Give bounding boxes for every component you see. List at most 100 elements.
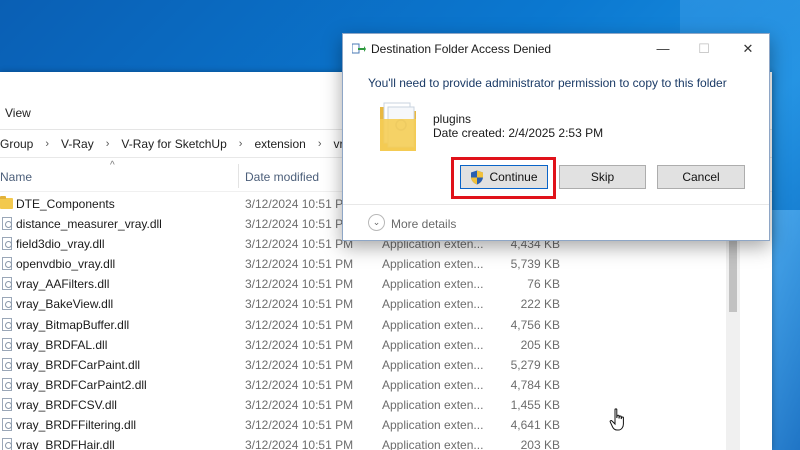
file-name: vray_BRDFCSV.dll: [16, 397, 117, 412]
dll-file-icon: [2, 297, 12, 311]
file-date-modified: 3/12/2024 10:51 PM: [245, 337, 354, 352]
file-size: 222 KB: [520, 297, 560, 312]
chevron-right-icon[interactable]: ›: [318, 138, 322, 150]
ribbon-tab-view[interactable]: View: [5, 106, 31, 120]
maximize-icon: ☐: [698, 41, 710, 56]
cancel-button-label: Cancel: [682, 170, 720, 184]
file-size: 4,784 KB: [510, 377, 560, 392]
more-details-toggle[interactable]: More details: [391, 217, 456, 231]
file-row[interactable]: openvdbio_vray.dll 3/12/2024 10:51 PM Appl…: [0, 254, 740, 274]
file-date-modified: 3/12/2024 10:51 PM: [245, 397, 354, 412]
file-size: 5,279 KB: [510, 357, 560, 372]
file-row[interactable]: vray_BRDFCarPaint2.dll 3/12/2024 10:51 PM…: [0, 375, 740, 395]
skip-button-label: Skip: [590, 170, 615, 184]
file-name: vray_BRDFAL.dll: [16, 337, 108, 352]
chevron-down-icon[interactable]: ⌄: [368, 214, 385, 231]
continue-button[interactable]: Continue: [460, 165, 548, 189]
file-name: distance_measurer_vray.dll: [16, 217, 162, 232]
file-date-modified: 3/12/2024 10:51 PM: [245, 197, 354, 211]
file-type: Application exten...: [382, 357, 484, 372]
breadcrumb-item[interactable]: extension: [254, 137, 305, 151]
file-name: DTE_Components: [16, 197, 115, 211]
copy-move-icon: [352, 43, 366, 54]
file-name: vray_BRDFFiltering.dll: [16, 418, 137, 433]
chevron-right-icon[interactable]: ›: [239, 138, 243, 150]
breadcrumb-item[interactable]: V-Ray: [61, 137, 94, 151]
dll-file-icon: [2, 397, 12, 411]
file-type: Application exten...: [382, 397, 484, 412]
file-size: 5,739 KB: [510, 257, 560, 272]
dll-file-icon: [2, 357, 12, 371]
file-name: field3dio_vray.dll: [16, 237, 105, 252]
file-size: 203 KB: [520, 438, 560, 450]
file-size: 205 KB: [520, 337, 560, 352]
hand-pointer-icon: [609, 408, 624, 431]
minimize-icon[interactable]: —: [648, 38, 678, 60]
file-row[interactable]: vray_BRDFHair.dll 3/12/2024 10:51 PM Appli…: [0, 435, 740, 450]
dll-file-icon: [2, 438, 12, 450]
dll-file-icon: [2, 277, 12, 291]
dialog-footer: ⌄ More details: [343, 204, 769, 240]
breadcrumb-item[interactable]: V-Ray for SketchUp: [121, 137, 226, 151]
file-date-modified: 3/12/2024 10:51 PM: [245, 418, 354, 433]
breadcrumb-item[interactable]: Group: [0, 137, 33, 151]
file-date-modified: 3/12/2024 10:51 PM: [245, 357, 354, 372]
file-row[interactable]: vray_BRDFCSV.dll 3/12/2024 10:51 PM Applic…: [0, 395, 740, 415]
chevron-right-icon[interactable]: ›: [45, 138, 49, 150]
continue-button-label: Continue: [489, 170, 538, 184]
file-row[interactable]: vray_BRDFFiltering.dll 3/12/2024 10:51 PM…: [0, 415, 740, 435]
file-row[interactable]: vray_BitmapBuffer.dll 3/12/2024 10:51 PM A…: [0, 315, 740, 335]
dll-file-icon: [2, 257, 12, 271]
column-divider[interactable]: [238, 164, 239, 188]
close-icon[interactable]: ✕: [733, 38, 763, 60]
item-name: plugins: [433, 112, 472, 126]
file-date-modified: 3/12/2024 10:51 PM: [245, 317, 354, 332]
dll-file-icon: [2, 337, 12, 351]
file-type: Application exten...: [382, 297, 484, 312]
file-row[interactable]: vray_AAFilters.dll 3/12/2024 10:51 PM Appl…: [0, 274, 740, 294]
dll-file-icon: [2, 377, 12, 391]
file-date-modified: 3/12/2024 10:51 PM: [245, 277, 354, 292]
dialog-titlebar[interactable]: Destination Folder Access Denied — ☐ ✕: [343, 34, 769, 64]
uac-shield-icon: [471, 170, 484, 184]
file-type: Application exten...: [382, 418, 484, 433]
dll-file-icon: [2, 418, 12, 432]
folder-icon: [380, 102, 416, 151]
file-date-modified: 3/12/2024 10:51 PM: [245, 377, 354, 392]
file-type: Application exten...: [382, 337, 484, 352]
file-size: 4,756 KB: [510, 317, 560, 332]
folder-icon: [0, 196, 13, 209]
file-type: Application exten...: [382, 438, 484, 450]
file-date-modified: 3/12/2024 10:51 PM: [245, 217, 354, 232]
item-date-created: Date created: 2/4/2025 2:53 PM: [433, 126, 604, 140]
file-date-modified: 3/12/2024 10:51 PM: [245, 237, 354, 252]
file-size: 4,641 KB: [510, 418, 560, 433]
file-size: 1,455 KB: [510, 397, 560, 412]
file-type: Application exten...: [382, 277, 484, 292]
file-name: vray_BRDFHair.dll: [16, 438, 115, 450]
file-name: vray_BRDFCarPaint.dll: [16, 357, 141, 372]
file-name: vray_AAFilters.dll: [16, 277, 110, 292]
dll-file-icon: [2, 317, 12, 331]
file-row[interactable]: vray_BakeView.dll 3/12/2024 10:51 PM Appli…: [0, 294, 740, 314]
file-name: vray_BRDFCarPaint2.dll: [16, 377, 147, 392]
sort-ascending-icon: ^: [110, 160, 115, 171]
file-name: vray_BitmapBuffer.dll: [16, 317, 130, 332]
file-name: vray_BakeView.dll: [16, 297, 114, 312]
skip-button[interactable]: Skip: [559, 165, 646, 189]
access-denied-dialog: Destination Folder Access Denied — ☐ ✕ Y…: [342, 33, 770, 241]
file-type: Application exten...: [382, 257, 484, 272]
chevron-right-icon[interactable]: ›: [106, 138, 110, 150]
file-row[interactable]: vray_BRDFAL.dll 3/12/2024 10:51 PM Applica…: [0, 335, 740, 355]
column-header-date-modified[interactable]: Date modified: [245, 170, 319, 184]
dll-file-icon: [2, 217, 12, 231]
cancel-button[interactable]: Cancel: [657, 165, 745, 189]
dialog-message: You'll need to provide administrator per…: [368, 76, 727, 90]
file-date-modified: 3/12/2024 10:51 PM: [245, 438, 354, 450]
dll-file-icon: [2, 237, 12, 251]
column-header-name[interactable]: Name: [0, 170, 32, 184]
file-type: Application exten...: [382, 377, 484, 392]
file-type: Application exten...: [382, 317, 484, 332]
file-row[interactable]: vray_BRDFCarPaint.dll 3/12/2024 10:51 PM A…: [0, 355, 740, 375]
file-size: 76 KB: [527, 277, 560, 292]
